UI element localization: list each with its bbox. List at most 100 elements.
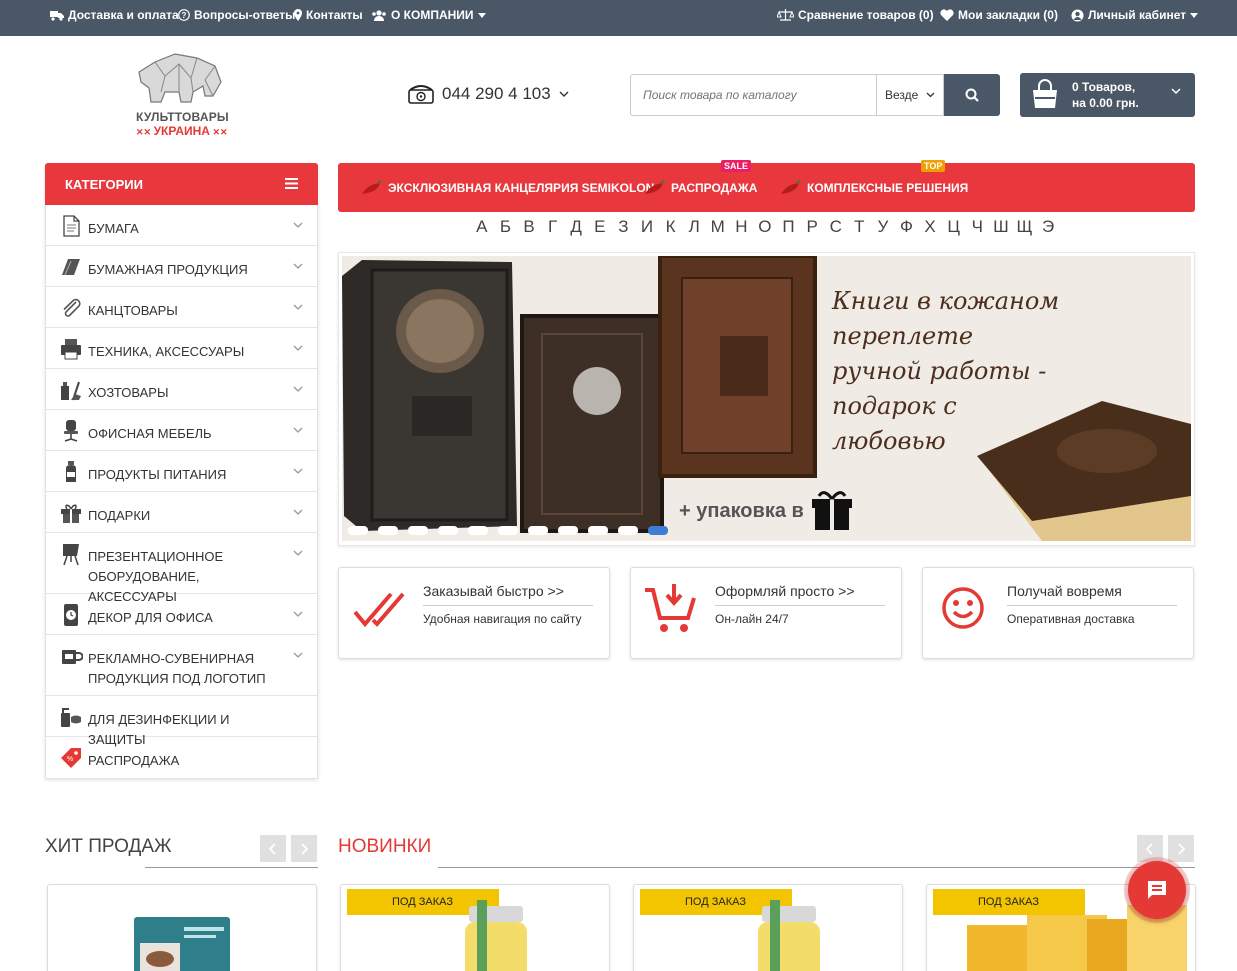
- bookmarks-link[interactable]: Мои закладки (0): [940, 0, 1058, 30]
- slider-dot[interactable]: [438, 526, 458, 535]
- category-item-paper[interactable]: Бумага: [46, 205, 317, 246]
- letter-link[interactable]: Щ: [1013, 217, 1037, 237]
- product-card[interactable]: ПОД ЗАКАЗ: [340, 884, 610, 971]
- slider-dot[interactable]: [378, 526, 398, 535]
- feature-on-time[interactable]: Получай вовремя Оперативная доставка: [922, 567, 1194, 659]
- letter-link[interactable]: Н: [730, 217, 754, 237]
- faq-link[interactable]: ? Вопросы-ответы: [178, 0, 295, 30]
- contacts-link[interactable]: Контакты: [294, 0, 363, 30]
- logo-subtitle-text: УКРАИНА: [153, 124, 210, 138]
- letter-link[interactable]: З: [612, 217, 636, 237]
- bestsellers-prev-button[interactable]: [260, 835, 286, 862]
- slider-dot-active[interactable]: [648, 526, 668, 535]
- category-item-office-decor[interactable]: Декор для офиса: [46, 594, 317, 635]
- chevron-down-icon[interactable]: [293, 304, 303, 310]
- letter-link[interactable]: Ф: [895, 217, 919, 237]
- chevron-down-icon[interactable]: [293, 509, 303, 515]
- letter-link[interactable]: О: [753, 217, 777, 237]
- product-card[interactable]: [47, 884, 317, 971]
- category-item-paper-products[interactable]: Бумажная продукция: [46, 246, 317, 287]
- category-label: Техника, аксессуары: [88, 344, 245, 359]
- bestsellers-next-button[interactable]: [291, 835, 317, 862]
- letter-link[interactable]: Б: [494, 217, 518, 237]
- chevron-down-icon[interactable]: [293, 611, 303, 617]
- letter-link[interactable]: Г: [541, 217, 565, 237]
- phone-dropdown[interactable]: 044 290 4 103: [408, 82, 569, 106]
- promo-item-solutions[interactable]: КОМПЛЕКСНЫЕ РЕШЕНИЯ: [779, 180, 968, 196]
- site-logo[interactable]: КУЛЬТТОВАРЫ ✕✕ УКРАИНА ✕✕: [133, 52, 233, 140]
- slider-dot[interactable]: [468, 526, 488, 535]
- categories-header[interactable]: КАТЕГОРИИ: [45, 163, 318, 205]
- heart-icon: [940, 9, 954, 21]
- chevron-down-icon[interactable]: [293, 386, 303, 392]
- category-item-equipment[interactable]: Техника, аксессуары: [46, 328, 317, 369]
- chevron-down-icon[interactable]: [293, 652, 303, 658]
- delivery-link[interactable]: Доставка и оплата: [50, 0, 179, 30]
- chevron-down-icon: [559, 91, 569, 97]
- promo-item-sale[interactable]: РАСПРОДАЖА: [643, 180, 757, 196]
- chat-button[interactable]: [1128, 861, 1186, 919]
- category-item-presentation[interactable]: Презентационное оборудование, аксессуары: [46, 533, 317, 604]
- sale-badge: SALE: [721, 160, 752, 172]
- letter-link[interactable]: А: [470, 217, 494, 237]
- slider-dot[interactable]: [588, 526, 608, 535]
- category-item-gifts[interactable]: Подарки: [46, 492, 317, 533]
- letter-link[interactable]: Э: [1036, 217, 1060, 237]
- search-button[interactable]: [944, 74, 1000, 116]
- letter-link[interactable]: В: [517, 217, 541, 237]
- chevron-down-icon[interactable]: [293, 427, 303, 433]
- category-item-office-furniture[interactable]: Офисная мебель: [46, 410, 317, 451]
- compare-label: Сравнение товаров (0): [798, 8, 934, 22]
- search-scope-select[interactable]: Везде: [876, 74, 944, 116]
- letter-link[interactable]: И: [635, 217, 659, 237]
- slider-dot[interactable]: [618, 526, 638, 535]
- letter-link[interactable]: Р: [800, 217, 824, 237]
- easel-board-icon: [63, 544, 79, 566]
- product-card[interactable]: ПОД ЗАКАЗ: [633, 884, 903, 971]
- compare-link[interactable]: Сравнение товаров (0): [777, 0, 934, 30]
- letter-link[interactable]: Ц: [942, 217, 966, 237]
- chat-bubble-icon: [1148, 881, 1166, 899]
- chevron-down-icon[interactable]: [293, 263, 303, 269]
- slider-dot[interactable]: [528, 526, 548, 535]
- new-prev-button[interactable]: [1137, 835, 1163, 862]
- account-menu[interactable]: Личный кабинет: [1071, 0, 1199, 30]
- category-item-household[interactable]: Хозтовары: [46, 369, 317, 410]
- letter-link[interactable]: Е: [588, 217, 612, 237]
- category-item-food[interactable]: Продукты питания: [46, 451, 317, 492]
- chevron-down-icon[interactable]: [293, 345, 303, 351]
- chevron-down-icon[interactable]: [293, 468, 303, 474]
- feature-fast-order[interactable]: Заказывай быстро >> Удобная навигация по…: [338, 567, 610, 659]
- letter-link[interactable]: Л: [682, 217, 706, 237]
- search-input[interactable]: [630, 74, 876, 116]
- letter-link[interactable]: С: [824, 217, 848, 237]
- chevron-down-icon[interactable]: [293, 550, 303, 556]
- letter-link[interactable]: Х: [918, 217, 942, 237]
- printer-icon: [61, 339, 81, 360]
- slider-dot[interactable]: [348, 526, 368, 535]
- letter-link[interactable]: М: [706, 217, 730, 237]
- letter-link[interactable]: Ч: [965, 217, 989, 237]
- promo-item-semikolon[interactable]: ЭКСКЛЮЗИВНАЯ КАНЦЕЛЯРИЯ SEMIKOLON: [360, 180, 654, 196]
- cart-download-icon: [645, 584, 696, 632]
- hero-banner[interactable]: Книги в кожаном переплете ручной работы …: [342, 256, 1191, 541]
- slider-dot[interactable]: [408, 526, 428, 535]
- category-item-promo-souvenirs[interactable]: Рекламно-сувенирная продукция под логоти…: [46, 635, 317, 696]
- letter-link[interactable]: Т: [848, 217, 872, 237]
- category-item-sale[interactable]: % Распродажа: [46, 737, 317, 778]
- category-item-stationery[interactable]: Канцтовары: [46, 287, 317, 328]
- letter-link[interactable]: К: [659, 217, 683, 237]
- chevron-down-icon[interactable]: [293, 222, 303, 228]
- feature-easy-checkout[interactable]: Оформляй просто >> Он-лайн 24/7: [630, 567, 902, 659]
- category-item-disinfection[interactable]: Для дезинфекции и защиты: [46, 696, 317, 747]
- letter-link[interactable]: П: [777, 217, 801, 237]
- letter-link[interactable]: У: [871, 217, 895, 237]
- slider-dot[interactable]: [498, 526, 518, 535]
- letter-link[interactable]: Д: [564, 217, 588, 237]
- about-menu[interactable]: О КОМПАНИИ: [371, 0, 486, 30]
- slider-dot[interactable]: [558, 526, 578, 535]
- letter-link[interactable]: Ш: [989, 217, 1013, 237]
- cart-button[interactable]: 0 Товаров, на 0.00 грн.: [1020, 73, 1195, 117]
- new-next-button[interactable]: [1168, 835, 1194, 862]
- chili-pepper-icon: [362, 180, 382, 194]
